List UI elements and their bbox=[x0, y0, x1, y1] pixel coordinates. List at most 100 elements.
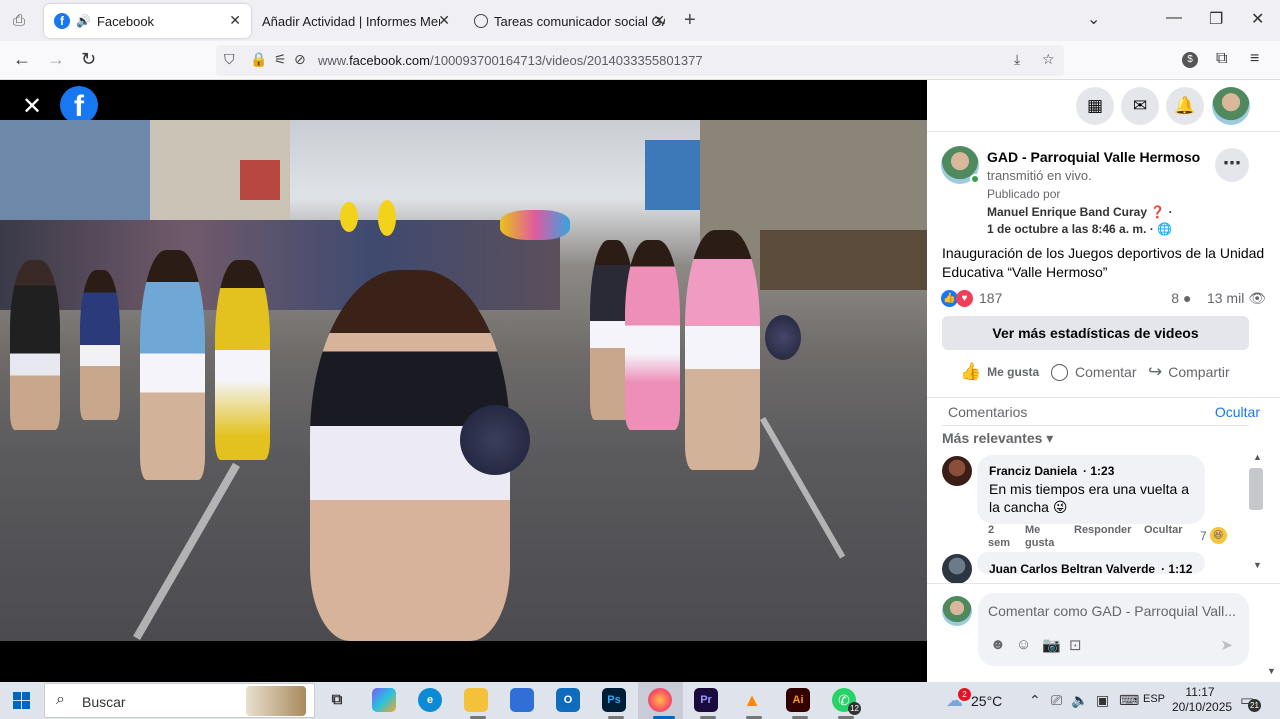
profile-avatar[interactable] bbox=[1212, 87, 1250, 125]
tab-facebook[interactable]: f 🔊 Facebook ✕ bbox=[44, 4, 251, 38]
tab-overflow-chevron-icon[interactable]: ⌄ bbox=[1087, 9, 1100, 29]
send-icon[interactable]: ➤ bbox=[1220, 636, 1233, 654]
microsoft-store-icon[interactable] bbox=[510, 688, 534, 712]
lock-icon[interactable]: 🔒 bbox=[250, 51, 267, 68]
back-arrow-icon[interactable]: ← bbox=[13, 49, 31, 70]
notifications-bell-icon[interactable]: 🔔 bbox=[1166, 87, 1204, 125]
page-name[interactable]: GAD - Parroquial Valle Hermoso bbox=[987, 149, 1200, 165]
network-icon[interactable]: ⌨ bbox=[1119, 692, 1139, 709]
tab-title: Facebook bbox=[96, 13, 155, 29]
video-stats-button[interactable]: Ver más estadísticas de videos bbox=[942, 316, 1249, 350]
weather-widget[interactable]: ☁ 25°C bbox=[946, 691, 1002, 711]
meet-icon[interactable]: ⎚ bbox=[1051, 692, 1062, 709]
comment-reply-link[interactable]: Responder bbox=[1074, 524, 1131, 537]
speaker-icon[interactable]: 🔊 bbox=[76, 14, 91, 28]
firefox-icon[interactable] bbox=[648, 688, 672, 712]
autoplay-blocked-icon[interactable]: ⊘ bbox=[294, 51, 306, 68]
clock[interactable]: 11:17 20/10/2025 bbox=[1172, 685, 1232, 715]
comment-bubble: Franciz Daniela · 1:23 En mis tiempos era… bbox=[977, 455, 1205, 524]
tray-chevron-up-icon[interactable]: ⌃ bbox=[1029, 692, 1041, 709]
language-indicator[interactable]: ESP bbox=[1143, 693, 1165, 705]
reactions[interactable]: 👍 ♥ 187 bbox=[941, 289, 1002, 307]
like-button[interactable]: 👍 Me gusta bbox=[960, 362, 1039, 382]
scroll-thumb[interactable] bbox=[1249, 468, 1263, 510]
panel-scroll-down-icon[interactable]: ▼ bbox=[1267, 666, 1276, 676]
road-line bbox=[133, 462, 240, 640]
tab-close-icon[interactable]: ✕ bbox=[229, 12, 241, 29]
commenter-name[interactable]: Juan Carlos Beltran Valverde bbox=[989, 562, 1155, 574]
window-close-icon[interactable]: ✕ bbox=[1251, 9, 1264, 29]
comment-timestamp[interactable]: · 1:23 bbox=[1083, 464, 1114, 478]
avatar-sticker-icon[interactable]: ☻ bbox=[990, 636, 1006, 653]
extensions-puzzle-icon[interactable]: ⧉ bbox=[1216, 50, 1227, 68]
post-description: Inauguración de los Juegos deportivos de… bbox=[942, 245, 1265, 280]
comment-button[interactable]: ◯ Comentar bbox=[1050, 362, 1137, 382]
maximize-icon[interactable]: ❐ bbox=[1209, 9, 1223, 29]
volume-icon[interactable]: 🔈 bbox=[1071, 692, 1088, 709]
comment-reactions[interactable]: 7 😆 bbox=[1200, 527, 1227, 544]
taskbar-search[interactable]: ⌕ Buscar bbox=[44, 683, 315, 718]
url-text[interactable]: www.facebook.com/100093700164713/videos/… bbox=[318, 53, 703, 68]
save-page-icon[interactable]: ⤓ bbox=[1014, 51, 1020, 68]
scroll-down-icon[interactable]: ▼ bbox=[1253, 560, 1262, 570]
comments-count[interactable]: 8 bbox=[1171, 290, 1179, 306]
post-date[interactable]: 1 de octubre a las 8:46 a. m. · 🌐 bbox=[987, 222, 1172, 236]
illustrator-icon[interactable]: Ai bbox=[786, 688, 810, 712]
close-viewer-icon[interactable]: ✕ bbox=[22, 92, 42, 121]
minimize-icon[interactable]: — bbox=[1166, 9, 1182, 27]
copilot-icon[interactable] bbox=[372, 688, 396, 712]
sticker-icon[interactable]: ⊡ bbox=[1069, 636, 1082, 654]
scroll-up-icon[interactable]: ▲ bbox=[1253, 452, 1262, 462]
edge-icon[interactable]: e bbox=[418, 688, 442, 712]
commenter-avatar[interactable] bbox=[942, 554, 972, 584]
comment-like-link[interactable]: Me gusta bbox=[1025, 524, 1063, 550]
hide-comments-link[interactable]: Ocultar bbox=[1215, 404, 1260, 420]
tab-close-icon[interactable]: ✕ bbox=[653, 12, 665, 29]
address-bar[interactable]: ⛉ 🔒 ⚟ ⊘ www.facebook.com/100093700164713… bbox=[216, 45, 1064, 76]
camera-icon[interactable]: 📷 bbox=[1042, 636, 1061, 654]
composer-avatar[interactable] bbox=[942, 596, 972, 626]
post-options-icon[interactable]: ⋯ bbox=[1215, 148, 1249, 182]
comment-hide-link[interactable]: Ocultar bbox=[1144, 524, 1183, 537]
comments-scrollbar[interactable]: ▲ ▼ bbox=[1249, 452, 1263, 574]
forward-arrow-icon[interactable]: → bbox=[47, 49, 65, 70]
emoji-icon[interactable]: ☺ bbox=[1016, 636, 1031, 653]
windows-start-icon[interactable] bbox=[13, 692, 30, 709]
divider bbox=[927, 397, 1280, 398]
tab-informes[interactable]: Añadir Actividad | Informes Mensua ✕ bbox=[252, 4, 460, 38]
facebook-logo[interactable]: f bbox=[60, 86, 98, 124]
share-button[interactable]: ↪ Compartir bbox=[1148, 362, 1230, 382]
dancer bbox=[140, 250, 205, 480]
premiere-icon[interactable]: Pr bbox=[694, 688, 718, 712]
display-icon[interactable]: ▣ bbox=[1096, 692, 1109, 709]
permissions-icon[interactable]: ⚟ bbox=[274, 51, 287, 68]
search-highlight-image[interactable] bbox=[246, 686, 306, 716]
facebook-top-icons: ▦ ✉ 🔔 bbox=[927, 80, 1280, 132]
comment-composer[interactable]: Comentar como GAD - Parroquial Vall... ☻… bbox=[978, 593, 1249, 666]
comment-input[interactable]: Comentar como GAD - Parroquial Vall... bbox=[988, 603, 1250, 619]
post-author[interactable]: Manuel Enrique Band Curay ❓ · bbox=[987, 205, 1173, 219]
love-reaction-icon: ♥ bbox=[956, 289, 973, 307]
commenter-avatar[interactable] bbox=[942, 456, 972, 486]
sort-dropdown[interactable]: Más relevantes ▾ bbox=[942, 430, 1053, 447]
comment-timestamp[interactable]: · 1:12 bbox=[1161, 562, 1192, 574]
vlc-icon[interactable]: ▲ bbox=[740, 688, 764, 712]
extension-s-icon[interactable]: $ bbox=[1182, 52, 1198, 68]
menu-hamburger-icon[interactable]: ≡ bbox=[1250, 50, 1259, 68]
shield-icon[interactable]: ⛉ bbox=[224, 51, 235, 68]
outlook-icon[interactable]: O bbox=[556, 688, 580, 712]
file-explorer-icon[interactable] bbox=[464, 688, 488, 712]
tab-tareas[interactable]: Tareas comunicador social GAD ✕ bbox=[464, 4, 675, 38]
task-view-icon[interactable]: ⧉ bbox=[325, 688, 349, 712]
messenger-icon[interactable]: ✉ bbox=[1121, 87, 1159, 125]
tab-close-icon[interactable]: ✕ bbox=[438, 12, 450, 29]
tab-list-icon[interactable]: ⎙ bbox=[8, 10, 30, 32]
new-tab-button[interactable]: + bbox=[684, 9, 696, 32]
bookmark-star-icon[interactable]: ☆ bbox=[1042, 51, 1055, 68]
photoshop-icon[interactable]: Ps bbox=[602, 688, 626, 712]
comment-age[interactable]: 2 sem bbox=[988, 524, 1016, 550]
video-player[interactable] bbox=[0, 120, 927, 641]
commenter-name[interactable]: Franciz Daniela bbox=[989, 464, 1077, 478]
reload-icon[interactable]: ↻ bbox=[81, 49, 96, 70]
menu-grid-icon[interactable]: ▦ bbox=[1076, 87, 1114, 125]
